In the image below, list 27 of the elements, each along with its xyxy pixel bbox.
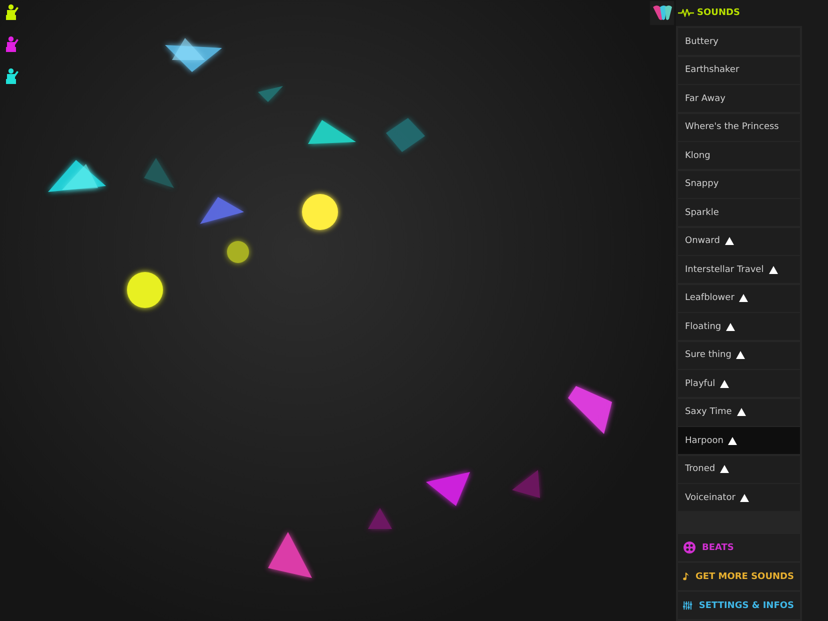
sliders-icon: [683, 600, 693, 611]
app-logo: [650, 1, 674, 25]
player-icon[interactable]: [5, 68, 19, 85]
sound-item[interactable]: Snappy: [678, 170, 800, 198]
sound-item[interactable]: Harpoon: [678, 427, 800, 454]
sound-item[interactable]: Where's the Princess: [678, 114, 800, 140]
sound-item[interactable]: Voiceinator: [678, 484, 800, 511]
player-icon[interactable]: [5, 4, 19, 21]
sound-item[interactable]: Earthshaker: [678, 56, 800, 84]
sound-item[interactable]: Leafblower: [678, 284, 800, 312]
sound-item[interactable]: Far Away: [678, 85, 800, 112]
settings-menu-button[interactable]: SETTINGS & INFOS: [678, 592, 800, 619]
waveform-icon: [678, 9, 694, 17]
sound-item[interactable]: Sure thing: [678, 342, 800, 368]
sounds-heading: SOUNDS: [697, 8, 740, 18]
sound-item[interactable]: Floating: [678, 313, 800, 340]
sound-item[interactable]: Sparkle: [678, 199, 800, 226]
sound-item[interactable]: Klong: [678, 142, 800, 169]
sound-item[interactable]: Saxy Time: [678, 398, 800, 426]
store-menu-button[interactable]: GET MORE SOUNDS: [678, 563, 800, 590]
beats-menu-button[interactable]: BEATS: [678, 534, 800, 561]
sound-item[interactable]: Interstellar Travel: [678, 256, 800, 283]
disc-icon: [683, 541, 696, 554]
sound-item[interactable]: Troned: [678, 456, 800, 482]
sound-item[interactable]: Playful: [678, 370, 800, 397]
sound-item[interactable]: Onward: [678, 228, 800, 254]
sound-item[interactable]: Buttery: [678, 28, 800, 55]
